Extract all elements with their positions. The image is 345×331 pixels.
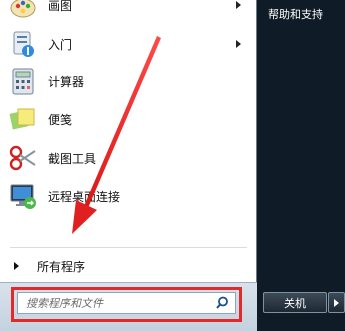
submenu-arrow-icon[interactable]	[236, 40, 241, 48]
program-label: 计算器	[48, 74, 85, 89]
chevron-right-icon	[334, 299, 339, 307]
program-item-getting-started[interactable]: 入门	[4, 25, 253, 63]
all-programs-button[interactable]: 所有程序	[8, 255, 248, 277]
program-item-snipping-tool[interactable]: 截图工具	[4, 139, 253, 177]
program-item-sticky-notes[interactable]: 便笺	[4, 100, 253, 138]
divider	[10, 247, 247, 248]
all-programs-label: 所有程序	[37, 259, 86, 274]
search-box[interactable]	[17, 292, 236, 314]
help-and-support-link[interactable]: 帮助和支持	[268, 6, 323, 22]
program-label: 截图工具	[48, 151, 97, 166]
shutdown-options-button[interactable]	[328, 292, 345, 313]
shutdown-label: 关机	[284, 296, 306, 310]
shutdown-button[interactable]: 关机	[263, 292, 327, 313]
program-label: 远程桌面连接	[48, 189, 121, 204]
remote-desktop-icon	[10, 184, 36, 209]
sticky-notes-icon	[9, 108, 35, 130]
calculator-icon	[12, 68, 34, 95]
getting-started-icon	[13, 31, 34, 57]
snipping-tool-icon	[9, 145, 36, 171]
program-label: 入门	[48, 37, 73, 52]
program-label: 便笺	[48, 112, 73, 127]
submenu-arrow-icon[interactable]	[236, 1, 241, 9]
program-item-paint[interactable]: 画图	[4, 0, 253, 24]
expand-arrow-icon	[14, 262, 19, 270]
paint-icon	[10, 0, 36, 18]
program-item-remote-desktop[interactable]: 远程桌面连接	[4, 177, 253, 215]
search-icon[interactable]	[215, 295, 233, 311]
program-label: 画图	[48, 0, 73, 13]
program-item-calculator[interactable]: 计算器	[4, 62, 253, 100]
search-input[interactable]	[18, 293, 213, 313]
